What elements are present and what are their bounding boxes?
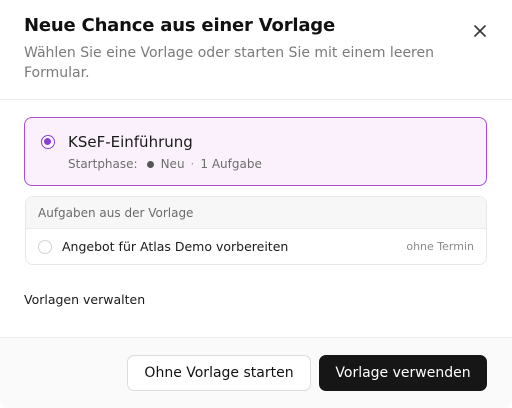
use-template-button[interactable]: Vorlage verwenden bbox=[319, 355, 487, 391]
dialog-footer: Ohne Vorlage starten Vorlage verwenden bbox=[0, 337, 512, 408]
task-count: 1 Aufgabe bbox=[200, 157, 262, 171]
task-label: Angebot für Atlas Demo vorbereiten bbox=[62, 239, 289, 254]
task-row[interactable]: Angebot für Atlas Demo vorbereiten ohne … bbox=[26, 229, 486, 264]
dialog-subtitle: Wählen Sie eine Vorlage oder starten Sie… bbox=[24, 45, 434, 81]
start-phase-value: Neu bbox=[160, 157, 185, 171]
task-radio[interactable] bbox=[38, 240, 52, 254]
close-icon bbox=[474, 25, 486, 37]
template-name: KSeF-Einführung bbox=[68, 133, 193, 151]
dialog-header: Neue Chance aus einer Vorlage Wählen Sie… bbox=[0, 0, 512, 100]
task-due: ohne Termin bbox=[406, 240, 474, 253]
template-meta: Startphase: Neu · 1 Aufgabe bbox=[68, 157, 262, 171]
start-phase-label: Startphase: bbox=[68, 157, 138, 171]
phase-dot-icon bbox=[146, 160, 154, 168]
template-dialog: Neue Chance aus einer Vorlage Wählen Sie… bbox=[0, 0, 512, 408]
manage-templates-link[interactable]: Vorlagen verwalten bbox=[24, 292, 145, 307]
template-tasks-panel: Aufgaben aus der Vorlage Angebot für Atl… bbox=[25, 196, 487, 265]
close-button[interactable] bbox=[470, 21, 490, 41]
dialog-title: Neue Chance aus einer Vorlage bbox=[24, 15, 335, 36]
template-option-ksef[interactable]: KSeF-Einführung Startphase: Neu · 1 Aufg… bbox=[24, 117, 487, 186]
tasks-header: Aufgaben aus der Vorlage bbox=[26, 197, 486, 229]
meta-separator: · bbox=[190, 157, 195, 171]
template-radio-selected[interactable] bbox=[41, 135, 55, 149]
start-without-template-button[interactable]: Ohne Vorlage starten bbox=[127, 355, 311, 391]
